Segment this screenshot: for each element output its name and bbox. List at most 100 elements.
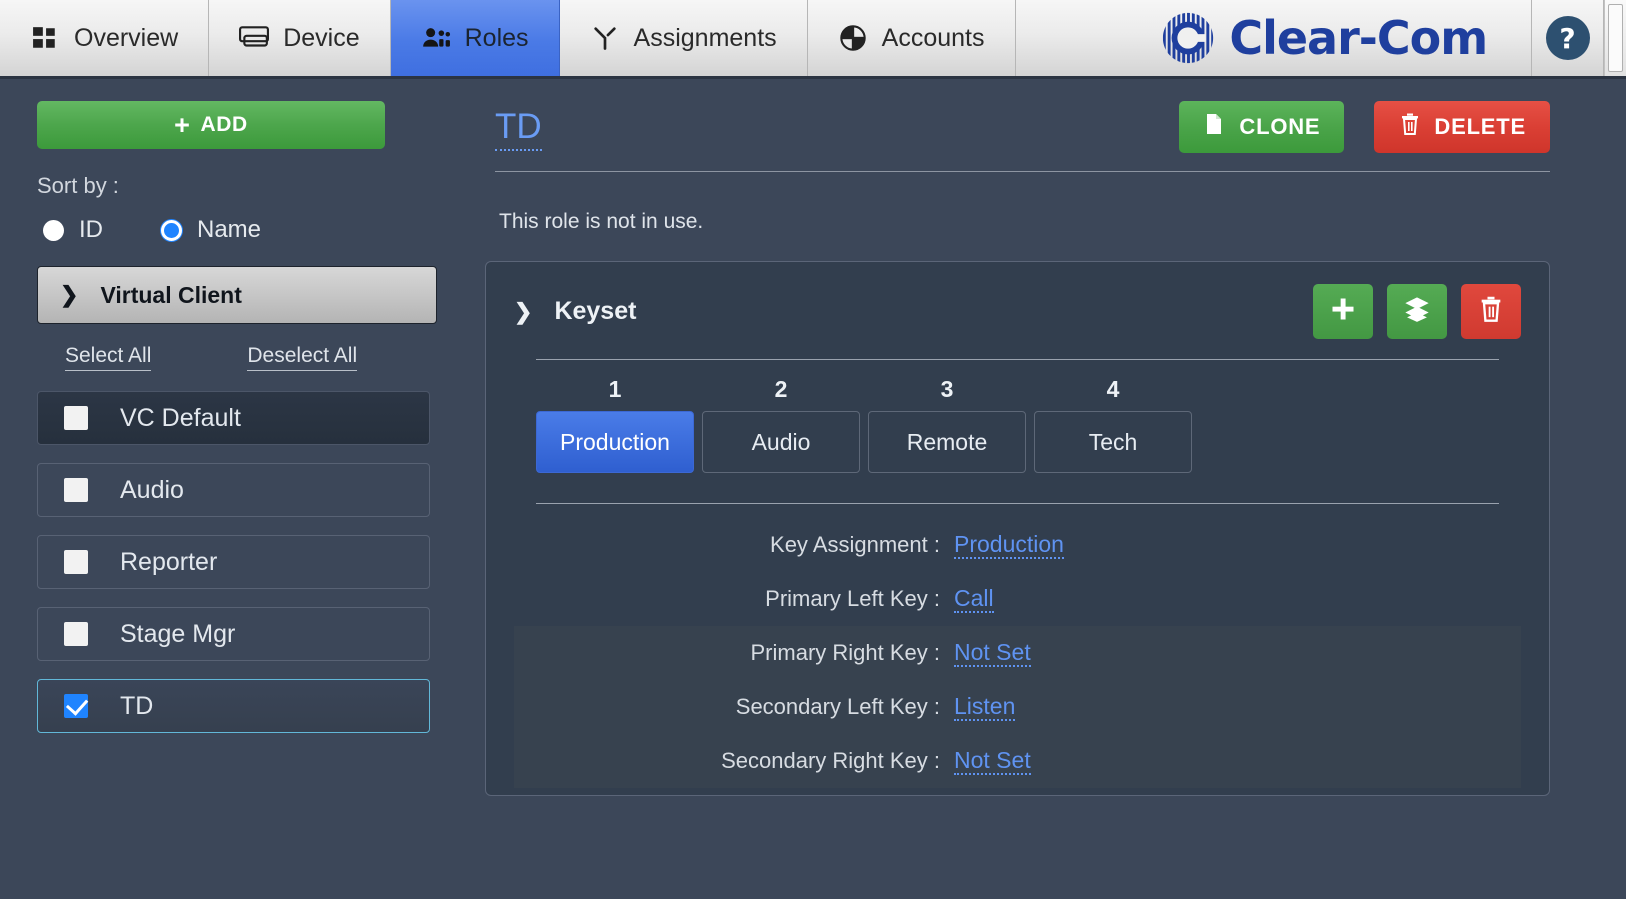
brand-logo: Clear-Com (1159, 9, 1488, 67)
add-keyset-button[interactable] (1313, 284, 1373, 339)
key-number-label: 2 (774, 376, 788, 402)
sort-radio-name-label: Name (197, 216, 262, 243)
role-detail-header: TD CLONE DELETE (485, 101, 1550, 153)
list-item[interactable]: Reporter (37, 535, 430, 589)
nav-tab-accounts[interactable]: Accounts (807, 0, 1016, 76)
detail-value[interactable]: Not Set (954, 747, 1031, 776)
group-header-label: Virtual Client (100, 281, 242, 308)
list-item[interactable]: VC Default (37, 391, 430, 445)
roles-sidebar: + ADD Sort by : ID Name ❯ Virtual Client… (0, 79, 455, 896)
detail-row: Secondary Right Key : Not Set (514, 734, 1521, 788)
trash-icon (1477, 295, 1505, 328)
clone-button[interactable]: CLONE (1179, 101, 1345, 153)
help-button[interactable]: ? (1532, 0, 1604, 76)
list-item[interactable]: Stage Mgr (37, 607, 430, 661)
nav-tab-assignments[interactable]: Assignments (559, 0, 808, 76)
clone-icon (1203, 112, 1227, 142)
detail-label: Key Assignment : (770, 532, 940, 557)
sort-by-label: Sort by : (37, 173, 119, 198)
deselect-all-link[interactable]: Deselect All (247, 344, 358, 371)
radio-name-icon[interactable] (161, 219, 182, 241)
role-name-label: VC Default (120, 403, 241, 432)
people-icon (421, 23, 451, 53)
clearcom-mark-icon (1163, 12, 1214, 64)
top-navigation-bar: Overview Device Roles Assignments Accoun… (0, 0, 1626, 79)
nav-tab-roles[interactable]: Roles (390, 0, 560, 76)
key-number-label: 3 (940, 376, 954, 402)
list-item[interactable]: TD (37, 679, 430, 733)
chevron-down-icon: ❯ (60, 282, 79, 307)
nav-tab-overview-label: Overview (74, 23, 179, 52)
detail-label: Primary Left Key : (765, 586, 940, 611)
add-role-button[interactable]: + ADD (37, 101, 385, 149)
role-name-label: Stage Mgr (120, 619, 236, 648)
key-tab-2[interactable]: 2 Audio (702, 376, 860, 473)
keyset-collapse-toggle[interactable]: ❯ Keyset (514, 297, 636, 326)
key-number-label: 1 (608, 376, 622, 402)
topbar-scrollbar[interactable] (1604, 0, 1626, 76)
group-header-virtual-client[interactable]: ❯ Virtual Client (37, 266, 437, 324)
detail-label: Secondary Left Key : (735, 694, 940, 719)
plus-icon (1329, 295, 1357, 328)
role-header-actions: CLONE DELETE (1179, 101, 1550, 153)
nav-tab-device-label: Device (283, 23, 360, 52)
key-box-label[interactable]: Remote (868, 411, 1026, 473)
role-checkbox[interactable] (64, 622, 88, 646)
keyset-panel: ❯ Keyset 1 Production 2 Audio 3 Remote 4… (485, 261, 1550, 796)
key-box-label[interactable]: Audio (702, 411, 860, 473)
sort-radio-id[interactable]: ID (43, 216, 103, 244)
nav-tab-roles-label: Roles (464, 23, 529, 52)
help-icon: ? (1545, 16, 1590, 60)
role-detail-panel: TD CLONE DELETE This role is not in use.… (455, 79, 1626, 896)
role-name-label: Audio (120, 475, 184, 504)
role-list: VC Default Audio Reporter Stage Mgr TD (37, 391, 430, 733)
nav-spacer: Clear-Com (1015, 0, 1532, 76)
detail-label: Primary Right Key : (750, 640, 941, 665)
key-box-label[interactable]: Tech (1034, 411, 1192, 473)
brand-wordmark: Clear-Com (1229, 11, 1488, 65)
page-title[interactable]: TD (495, 105, 542, 151)
key-tab-3[interactable]: 3 Remote (868, 376, 1026, 473)
clone-keyset-button[interactable] (1387, 284, 1447, 339)
topbar-scrollbar-thumb[interactable] (1608, 4, 1623, 72)
key-number-label: 4 (1106, 376, 1120, 402)
delete-keyset-button[interactable] (1461, 284, 1521, 339)
role-checkbox[interactable] (64, 478, 88, 502)
detail-row: Secondary Left Key : Listen (514, 680, 1521, 734)
role-checkbox[interactable] (64, 694, 88, 718)
detail-value[interactable]: Not Set (954, 639, 1031, 668)
detail-value[interactable]: Listen (954, 693, 1016, 722)
detail-value[interactable]: Call (954, 585, 994, 614)
delete-button[interactable]: DELETE (1374, 101, 1550, 153)
select-all-link[interactable]: Select All (65, 344, 152, 371)
radio-id-icon[interactable] (43, 219, 64, 241)
sort-radio-name[interactable]: Name (161, 216, 261, 244)
detail-row: Key Assignment : Production (514, 518, 1521, 572)
sort-by-radio-group: ID Name (37, 216, 420, 244)
sort-radio-id-label: ID (79, 216, 103, 243)
keyset-actions (1313, 284, 1521, 339)
header-divider (495, 171, 1550, 172)
role-status-text: This role is not in use. (499, 210, 704, 233)
key-tabs: 1 Production 2 Audio 3 Remote 4 Tech (536, 376, 1521, 473)
chevron-down-icon: ❯ (514, 298, 533, 324)
detail-label: Secondary Right Key : (721, 748, 940, 773)
key-box-label[interactable]: Production (536, 411, 694, 473)
nav-tab-overview[interactable]: Overview (0, 0, 210, 76)
detail-row: Primary Left Key : Call (514, 572, 1521, 626)
role-checkbox[interactable] (64, 550, 88, 574)
plus-icon: + (174, 109, 191, 140)
detail-row: Primary Right Key : Not Set (514, 626, 1521, 680)
key-detail-rows: Key Assignment : Production Primary Left… (514, 518, 1521, 788)
assignments-icon (590, 23, 620, 53)
key-tab-4[interactable]: 4 Tech (1034, 376, 1192, 473)
role-checkbox[interactable] (64, 406, 88, 430)
role-name-label: TD (120, 691, 154, 720)
detail-value[interactable]: Production (954, 531, 1064, 560)
device-icon (239, 23, 270, 53)
nav-tab-accounts-label: Accounts (881, 23, 985, 52)
list-item[interactable]: Audio (37, 463, 430, 517)
nav-tab-device[interactable]: Device (209, 0, 391, 76)
key-tab-1[interactable]: 1 Production (536, 376, 694, 473)
accounts-icon (838, 23, 868, 53)
